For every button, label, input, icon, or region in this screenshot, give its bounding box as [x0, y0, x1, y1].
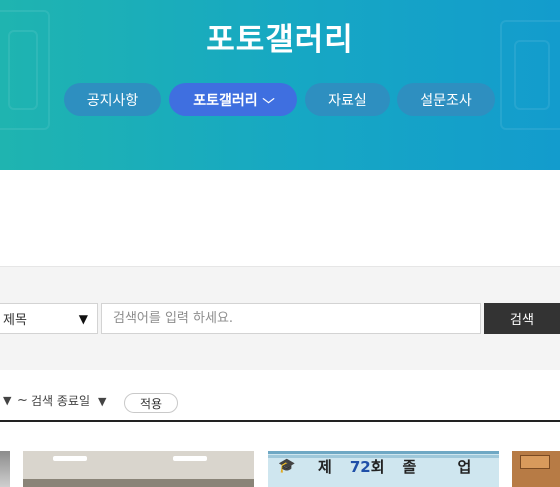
tab-label: 자료실: [328, 92, 367, 109]
photo-light: [173, 456, 207, 461]
page: 포토갤러리 공지사항 포토갤러리 ⌵ 자료실 설문조사 제목 ▼ 검색 ▼ ~ …: [0, 0, 560, 487]
search-button[interactable]: 검색: [484, 303, 560, 334]
tab-archive[interactable]: 자료실: [305, 83, 390, 116]
tab-label: 공지사항: [86, 92, 139, 109]
tab-label: 포토갤러리: [193, 92, 258, 109]
tab-survey[interactable]: 설문조사: [397, 83, 495, 116]
gallery-thumbnail[interactable]: [0, 451, 10, 487]
caret-down-icon[interactable]: ▼: [98, 395, 106, 408]
date-range-separator: ~: [17, 393, 28, 408]
search-field-select[interactable]: 제목 ▼: [0, 303, 98, 334]
caret-down-icon[interactable]: ▼: [3, 394, 11, 407]
tab-label: 설문조사: [420, 92, 472, 109]
tab-notice[interactable]: 공지사항: [64, 83, 161, 116]
search-field-value: 제목: [3, 313, 27, 328]
header-banner: 포토갤러리 공지사항 포토갤러리 ⌵ 자료실 설문조사: [0, 0, 560, 170]
gallery-thumbnail[interactable]: 🎓 제72회졸 업 식: [268, 451, 499, 487]
date-filter-row: ▼ ~ 검색 종료일 ▼ 적용: [0, 390, 560, 414]
apply-button[interactable]: 적용: [124, 393, 178, 413]
page-title: 포토갤러리: [206, 22, 354, 58]
graduation-banner-text: 제72회졸 업 식: [318, 458, 499, 476]
list-divider: [0, 420, 560, 422]
photo-wall: [23, 479, 254, 487]
gallery-thumbnail[interactable]: [23, 451, 254, 487]
photo-light: [53, 456, 87, 461]
tab-photo-gallery[interactable]: 포토갤러리 ⌵: [169, 83, 297, 116]
photo-window: [520, 455, 550, 469]
gallery-thumbnail[interactable]: [512, 451, 560, 487]
banner-stripe: [268, 451, 499, 454]
caret-down-icon: ▼: [78, 312, 88, 326]
search-input[interactable]: [101, 303, 481, 334]
category-tabs: 공지사항 포토갤러리 ⌵ 자료실 설문조사: [0, 83, 560, 116]
graduation-cap-icon: 🎓: [278, 458, 296, 474]
chevron-down-icon: ⌵: [262, 92, 275, 106]
end-date-field[interactable]: 검색 종료일: [31, 392, 90, 409]
